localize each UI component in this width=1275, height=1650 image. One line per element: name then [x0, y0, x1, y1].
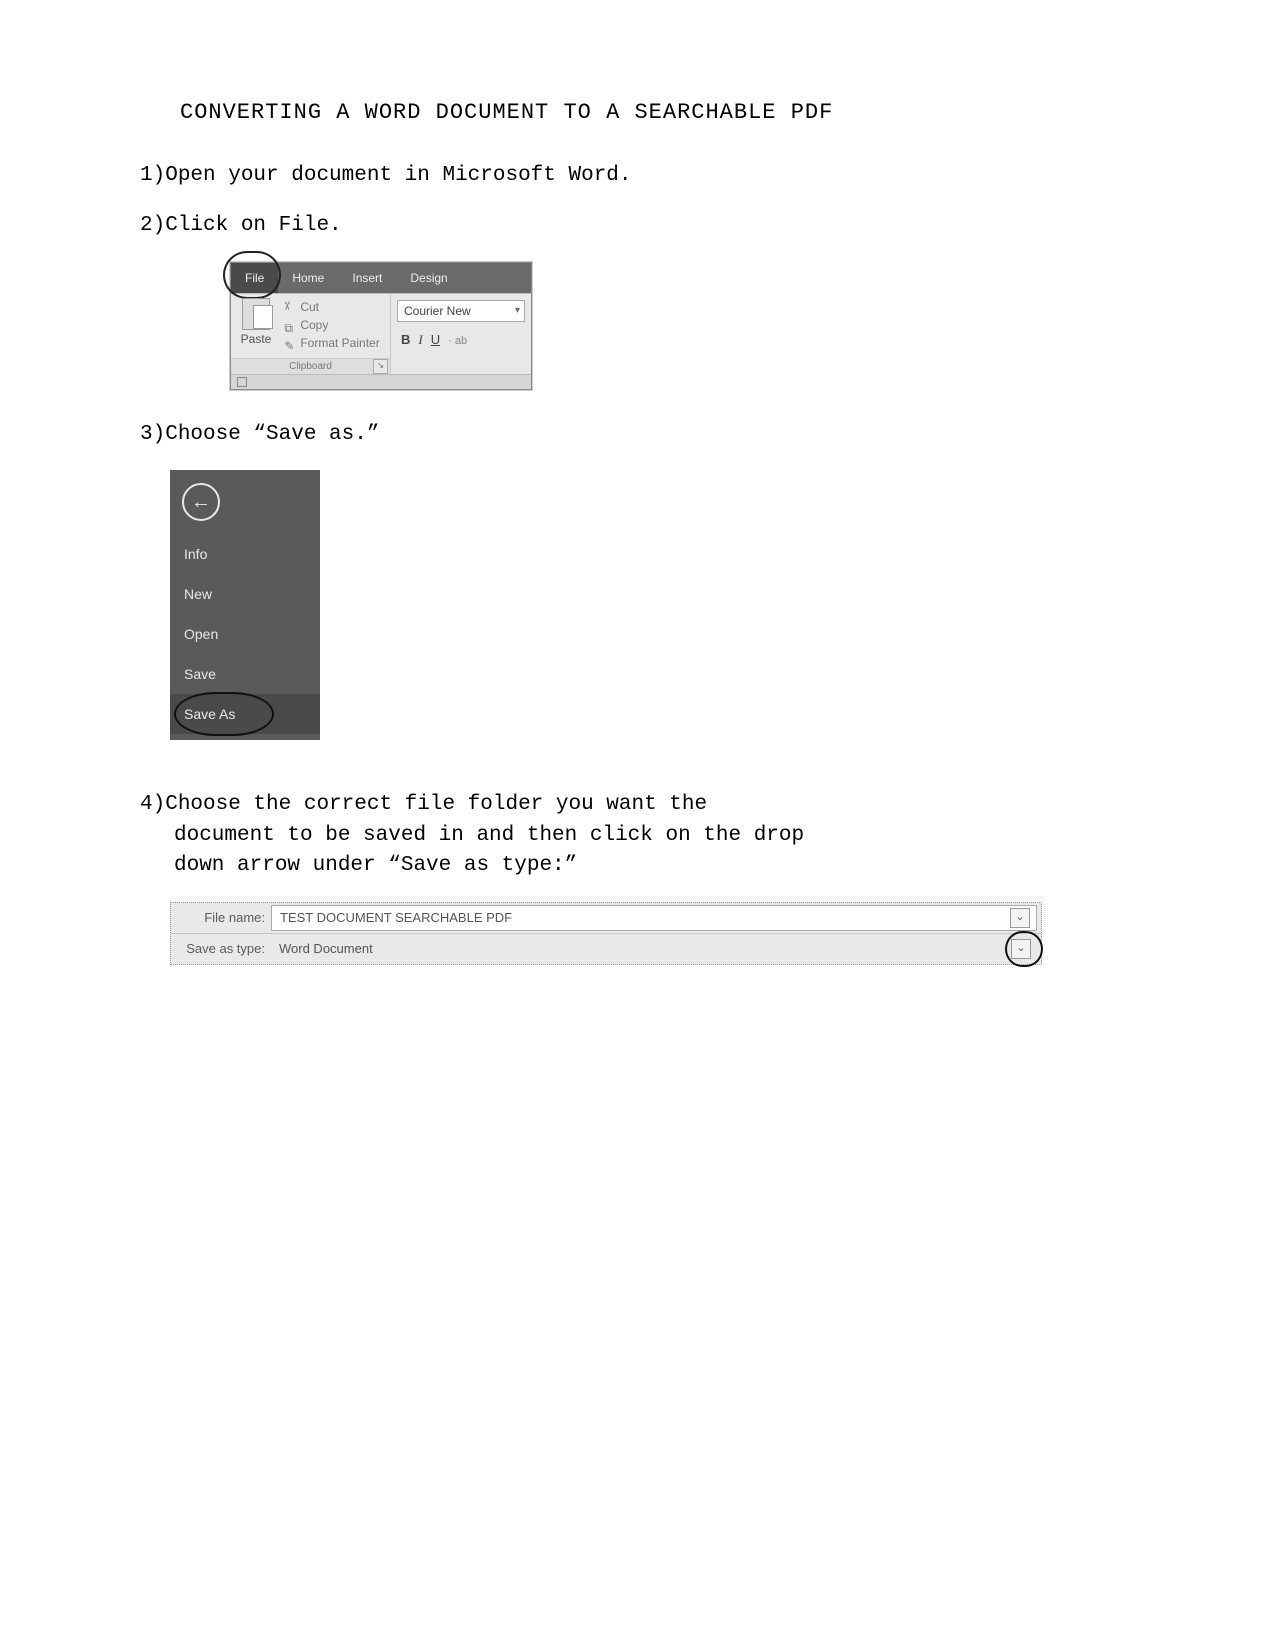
underline-button[interactable]: U — [431, 332, 440, 347]
backstage-save[interactable]: Save — [170, 654, 320, 694]
paste-button[interactable]: Paste — [235, 298, 277, 346]
bold-button[interactable]: B — [401, 332, 410, 347]
step-2-number: 2) — [140, 214, 165, 237]
step-4: 4)Choose the correct file folder you wan… — [140, 790, 870, 881]
clipboard-group: Paste ✂ Cut ⧉ Copy ✎ Format Painter — [231, 294, 391, 374]
backstage-open[interactable]: Open — [170, 614, 320, 654]
word-backstage-screenshot: ← Info New Open Save Save As — [170, 470, 320, 740]
font-name-select[interactable]: Courier New ▾ — [397, 300, 525, 322]
step-3-number: 3) — [140, 423, 165, 446]
format-painter-label: Format Painter — [300, 334, 379, 352]
step-4-number: 4) — [140, 793, 165, 816]
step-3: 3)Choose “Save as.” — [140, 420, 870, 450]
clipboard-dialog-launcher[interactable]: ↘ — [373, 359, 388, 374]
font-more[interactable]: · ab — [448, 335, 467, 347]
paste-icon — [242, 298, 270, 330]
back-circle: ← — [182, 483, 220, 521]
clipboard-small-buttons: ✂ Cut ⧉ Copy ✎ Format Painter — [284, 298, 379, 352]
arrow-left-icon: ← — [191, 492, 211, 512]
font-name-value: Courier New — [404, 304, 471, 318]
filename-field[interactable]: TEST DOCUMENT SEARCHABLE PDF ⌄ — [271, 905, 1037, 931]
format-painter-button[interactable]: ✎ Format Painter — [284, 334, 379, 352]
font-style-buttons: B I U · ab — [397, 332, 525, 348]
step-2-text: Click on File. — [165, 214, 341, 237]
tab-design[interactable]: Design — [396, 263, 461, 293]
copy-icon: ⧉ — [284, 319, 296, 331]
step-1: 1)Open your document in Microsoft Word. — [140, 161, 870, 191]
tab-file-label: File — [245, 271, 264, 285]
backstage-save-as-label: Save As — [184, 706, 235, 722]
save-type-row: Save as type: Word Document ⌄ — [171, 933, 1041, 964]
step-2: 2)Click on File. — [140, 211, 870, 241]
backstage-info[interactable]: Info — [170, 534, 320, 574]
save-type-dropdown-icon[interactable]: ⌄ — [1011, 939, 1031, 959]
ruler — [231, 374, 531, 389]
cut-button[interactable]: ✂ Cut — [284, 298, 379, 316]
italic-button[interactable]: I — [418, 332, 422, 348]
tab-home[interactable]: Home — [278, 263, 338, 293]
ribbon-body: Paste ✂ Cut ⧉ Copy ✎ Format Painter — [231, 293, 531, 374]
filename-value: TEST DOCUMENT SEARCHABLE PDF — [280, 910, 512, 925]
step-4-line2: document to be saved in and then click o… — [174, 821, 870, 851]
document-title: CONVERTING A WORD DOCUMENT TO A SEARCHAB… — [180, 100, 870, 125]
paste-label: Paste — [235, 332, 277, 346]
step-1-number: 1) — [140, 164, 165, 187]
chevron-down-icon: ▾ — [515, 305, 520, 316]
ribbon-tabs: File Home Insert Design — [231, 263, 531, 293]
font-group: Courier New ▾ B I U · ab — [391, 294, 531, 374]
backstage-save-as[interactable]: Save As — [170, 694, 320, 734]
clipboard-group-label: Clipboard — [231, 358, 390, 374]
word-ribbon-screenshot: File Home Insert Design Paste ✂ Cut — [230, 262, 532, 390]
step-4-line1: Choose the correct file folder you want … — [165, 793, 707, 816]
scissors-icon: ✂ — [284, 301, 296, 313]
tab-insert[interactable]: Insert — [338, 263, 396, 293]
step-1-text: Open your document in Microsoft Word. — [165, 164, 631, 187]
copy-label: Copy — [300, 316, 328, 334]
step-4-line3: down arrow under “Save as type:” — [174, 851, 870, 881]
filename-row: File name: TEST DOCUMENT SEARCHABLE PDF … — [171, 903, 1041, 933]
back-button[interactable]: ← — [170, 470, 320, 534]
tab-file[interactable]: File — [231, 263, 278, 293]
filename-dropdown-icon[interactable]: ⌄ — [1010, 908, 1030, 928]
save-type-field[interactable]: Word Document ⌄ — [271, 937, 1037, 961]
save-type-label: Save as type: — [171, 941, 271, 956]
step-3-text: Choose “Save as.” — [165, 423, 379, 446]
brush-icon: ✎ — [284, 337, 296, 349]
copy-button[interactable]: ⧉ Copy — [284, 316, 379, 334]
save-type-value: Word Document — [279, 941, 373, 956]
cut-label: Cut — [300, 298, 319, 316]
filename-label: File name: — [171, 910, 271, 925]
backstage-new[interactable]: New — [170, 574, 320, 614]
save-dialog-screenshot: File name: TEST DOCUMENT SEARCHABLE PDF … — [170, 902, 1042, 965]
